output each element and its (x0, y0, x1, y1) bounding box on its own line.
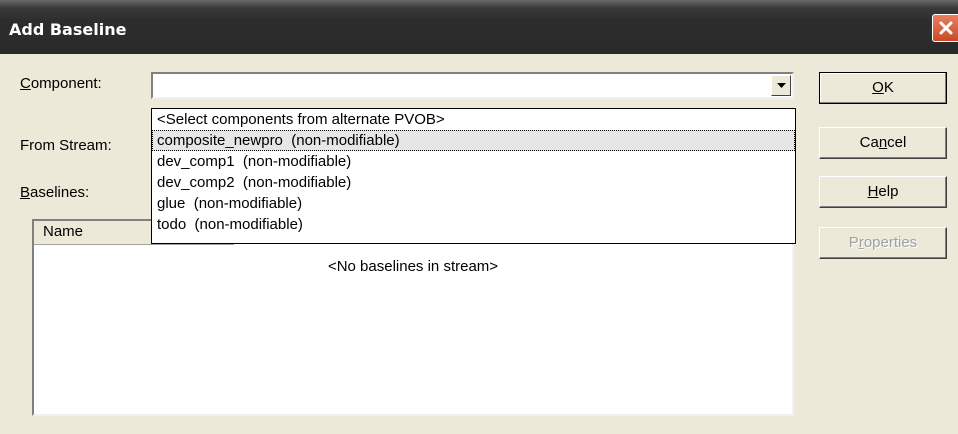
combobox-dropdown-button[interactable] (771, 75, 791, 96)
ok-button[interactable]: OK (819, 72, 947, 104)
dropdown-item[interactable]: <Select components from alternate PVOB> (152, 109, 795, 130)
baselines-label: Baselines: (20, 184, 90, 201)
help-button[interactable]: Help (819, 176, 947, 208)
properties-button: Properties (819, 227, 947, 259)
component-label: Component: (20, 75, 102, 92)
add-baseline-dialog: Add Baseline Component: From Stream: Bas… (0, 0, 958, 434)
dropdown-item[interactable]: dev_comp1 (non-modifiable) (152, 151, 795, 172)
dropdown-item-selected[interactable]: composite_newpro (non-modifiable) (152, 130, 795, 151)
empty-list-message: <No baselines in stream> (327, 258, 499, 275)
chevron-down-icon (777, 83, 786, 88)
title-bar[interactable]: Add Baseline (0, 0, 958, 54)
close-button[interactable] (932, 14, 958, 42)
dropdown-item[interactable]: dev_comp2 (non-modifiable) (152, 172, 795, 193)
dialog-title: Add Baseline (9, 20, 127, 39)
from-stream-label: From Stream: (20, 137, 112, 154)
baselines-list[interactable]: Name <No baselines in stream> (32, 219, 794, 416)
component-combobox[interactable] (151, 72, 794, 99)
close-icon (939, 21, 953, 35)
dropdown-item[interactable]: todo (non-modifiable) (152, 214, 795, 235)
dropdown-item[interactable]: glue (non-modifiable) (152, 193, 795, 214)
cancel-button[interactable]: Cancel (819, 127, 947, 159)
component-dropdown-list[interactable]: <Select components from alternate PVOB> … (151, 108, 796, 244)
